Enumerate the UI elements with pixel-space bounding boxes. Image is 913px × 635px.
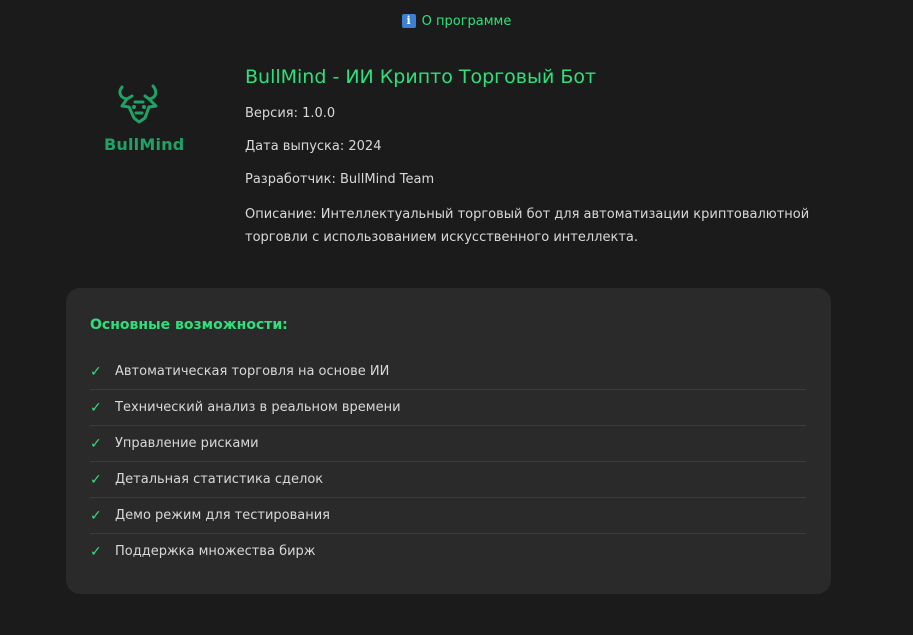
about-tab-header[interactable]: i О программе: [0, 12, 913, 30]
feature-item: ✓ Поддержка множества бирж: [90, 534, 806, 569]
release-date-text: Дата выпуска: 2024: [245, 139, 382, 154]
feature-item: ✓ Автоматическая торговля на основе ИИ: [90, 354, 806, 390]
about-info: BullMind - ИИ Крипто Торговый Бот Версия…: [245, 64, 845, 262]
feature-label: Управление рисками: [115, 436, 259, 451]
about-tab-label: О программе: [421, 13, 512, 29]
check-icon: ✓: [90, 435, 102, 452]
feature-item: ✓ Демо режим для тестирования: [90, 498, 806, 534]
features-card: Основные возможности: ✓ Автоматическая т…: [66, 288, 831, 594]
logo-text: BullMind: [104, 135, 185, 154]
check-icon: ✓: [90, 471, 102, 488]
info-icon: i: [401, 14, 416, 28]
app-title: BullMind - ИИ Крипто Торговый Бот: [245, 66, 597, 88]
check-icon: ✓: [90, 399, 102, 416]
check-icon: ✓: [90, 363, 102, 380]
feature-label: Демо режим для тестирования: [115, 508, 330, 523]
check-icon: ✓: [90, 507, 102, 524]
feature-label: Технический анализ в реальном времени: [115, 400, 401, 415]
features-list: ✓ Автоматическая торговля на основе ИИ ✓…: [90, 354, 806, 569]
feature-item: ✓ Управление рисками: [90, 426, 806, 462]
feature-label: Поддержка множества бирж: [115, 544, 316, 559]
feature-item: ✓ Детальная статистика сделок: [90, 462, 806, 498]
features-title: Основные возможности:: [90, 317, 288, 333]
feature-item: ✓ Технический анализ в реальном времени: [90, 390, 806, 426]
description-text: Описание: Интеллектуальный торговый бот …: [245, 207, 810, 245]
feature-label: Детальная статистика сделок: [115, 472, 324, 487]
developer-text: Разработчик: BullMind Team: [245, 172, 435, 187]
bull-head-icon: [118, 84, 158, 124]
check-icon: ✓: [90, 543, 102, 560]
logo: BullMind: [100, 84, 184, 156]
feature-label: Автоматическая торговля на основе ИИ: [115, 364, 390, 379]
version-text: Версия: 1.0.0: [245, 106, 336, 121]
